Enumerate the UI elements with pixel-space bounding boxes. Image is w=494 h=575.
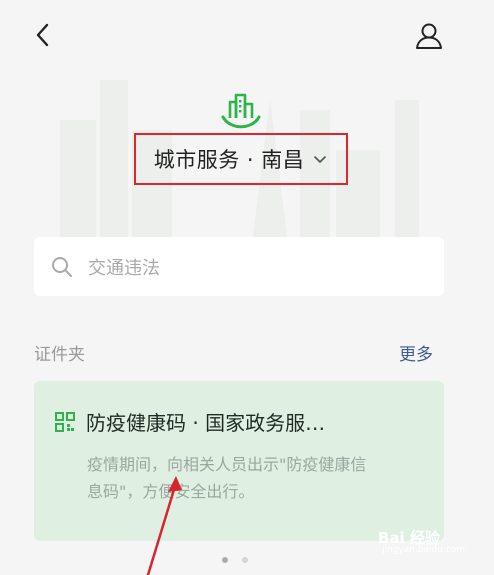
city-selector[interactable]: 城市服务 · 南昌 [134, 133, 348, 185]
section-title: 证件夹 [34, 345, 85, 365]
watermark-subtext: jingyan.baidu.com [382, 545, 466, 555]
city-title: 城市服务 · 南昌 [153, 148, 305, 172]
user-button[interactable] [412, 20, 446, 52]
person-icon [416, 23, 442, 49]
search-input[interactable]: 交通违法 [34, 237, 444, 296]
search-icon [52, 256, 72, 277]
back-button[interactable] [30, 20, 58, 50]
chevron-down-icon [314, 156, 327, 163]
city-buildings-icon [221, 93, 261, 129]
card-title: 防疫健康码 · 国家政务服… [86, 411, 326, 435]
qr-code-icon [55, 411, 75, 432]
card-header: 防疫健康码 · 国家政务服… [54, 407, 325, 436]
health-code-card[interactable]: 防疫健康码 · 国家政务服… 疫情期间，向相关人员出示"防疫健康信息码"，方便安… [34, 381, 444, 541]
page-dot [242, 557, 248, 563]
search-placeholder: 交通违法 [88, 257, 160, 279]
page-dot-active [222, 557, 228, 563]
more-link[interactable]: 更多 [399, 340, 433, 365]
chevron-left-icon [36, 23, 49, 47]
pagination-dots [222, 557, 248, 563]
card-description: 疫情期间，向相关人员出示"防疫健康信息码"，方便安全出行。 [87, 455, 367, 501]
